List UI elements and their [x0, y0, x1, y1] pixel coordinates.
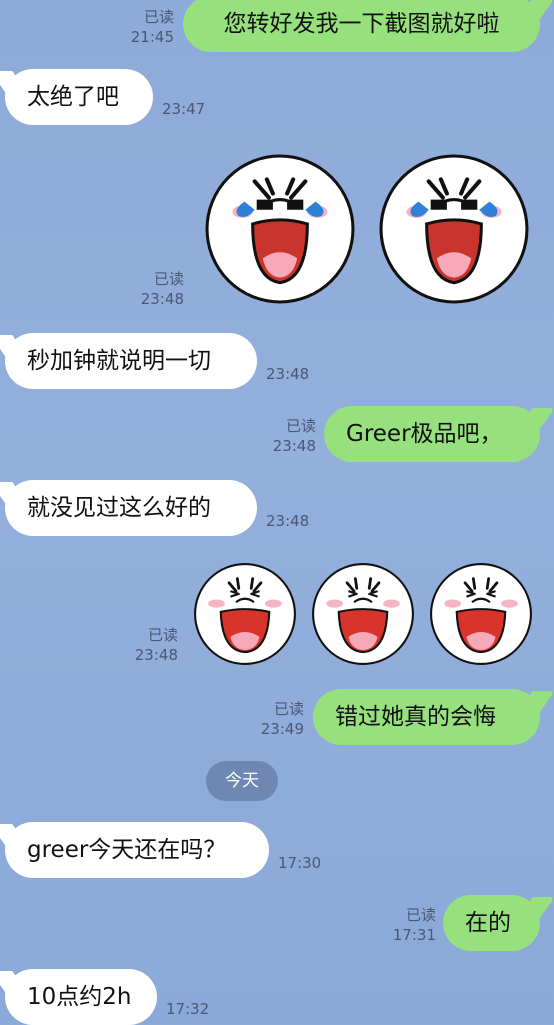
message-meta: 已读 21:45 — [110, 7, 174, 47]
incoming-message-bubble[interactable]: 太绝了吧 — [5, 69, 153, 125]
message-time: 17:30 — [278, 854, 322, 872]
laughing-face-icon[interactable] — [311, 562, 415, 666]
date-separator: 今天 — [206, 761, 278, 801]
read-receipt: 已读 — [143, 8, 174, 26]
message-meta: 已读 23:48 — [254, 416, 316, 456]
message-time: 23:48 — [134, 646, 178, 664]
incoming-message-bubble[interactable]: greer今天还在吗？ — [5, 822, 269, 878]
read-receipt: 已读 — [153, 270, 184, 288]
message-time: 23:48 — [266, 512, 310, 530]
message-meta: 已读 17:31 — [374, 905, 436, 945]
message-time: 23:47 — [162, 100, 206, 118]
message-meta: 已读 23:49 — [242, 699, 304, 739]
crying-laughing-face-icon[interactable] — [204, 153, 356, 305]
read-receipt: 已读 — [285, 417, 316, 435]
message-meta: 23:48 — [266, 511, 326, 531]
message-meta: 17:32 — [166, 999, 226, 1019]
message-time: 23:48 — [266, 365, 310, 383]
crying-laughing-face-icon[interactable] — [378, 153, 530, 305]
message-meta: 17:30 — [278, 853, 338, 873]
incoming-message-bubble[interactable]: 秒加钟就说明一切 — [5, 333, 257, 389]
message-time: 17:32 — [166, 1000, 210, 1018]
message-meta: 23:48 — [266, 364, 326, 384]
message-time: 23:48 — [140, 290, 184, 308]
read-receipt: 已读 — [405, 906, 436, 924]
outgoing-message-bubble[interactable]: Greer极品吧， — [324, 406, 540, 462]
read-receipt: 已读 — [147, 626, 178, 644]
message-meta: 已读 23:48 — [122, 269, 184, 309]
message-meta: 23:47 — [162, 99, 222, 119]
outgoing-message-bubble[interactable]: 您转好发我一下截图就好啦 — [183, 0, 540, 52]
message-meta: 已读 23:48 — [116, 625, 178, 665]
read-receipt: 已读 — [273, 700, 304, 718]
message-time: 23:48 — [272, 437, 316, 455]
incoming-message-bubble[interactable]: 10点约2h — [5, 969, 157, 1025]
outgoing-message-bubble[interactable]: 在的 — [443, 895, 540, 951]
message-time: 21:45 — [130, 28, 174, 46]
laughing-face-icon[interactable] — [429, 562, 533, 666]
laughing-face-icon[interactable] — [193, 562, 297, 666]
outgoing-message-bubble[interactable]: 错过她真的会悔 — [313, 689, 540, 745]
message-time: 23:49 — [260, 720, 304, 738]
message-time: 17:31 — [392, 926, 436, 944]
incoming-message-bubble[interactable]: 就没见过这么好的 — [5, 480, 257, 536]
